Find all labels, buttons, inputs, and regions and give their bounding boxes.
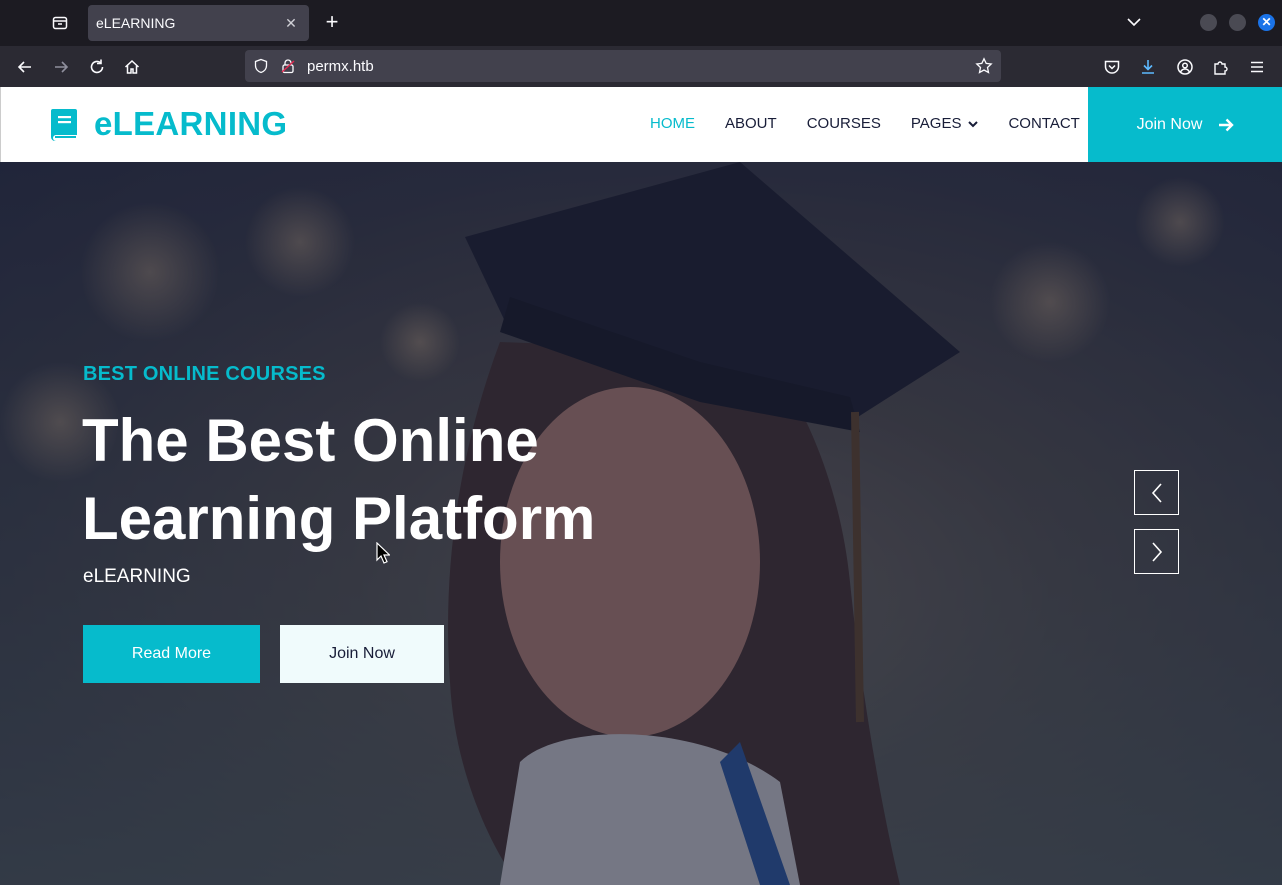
home-icon[interactable] <box>119 54 145 80</box>
brand-logo[interactable]: eLEARNING <box>49 105 287 143</box>
hamburger-menu-icon[interactable] <box>1244 54 1270 80</box>
url-bar[interactable]: permx.htb <box>245 50 1001 82</box>
back-icon[interactable] <box>12 54 38 80</box>
read-more-button[interactable]: Read More <box>83 625 260 683</box>
carousel-next-button[interactable] <box>1134 529 1179 574</box>
book-icon <box>49 107 79 141</box>
maximize-button[interactable] <box>1229 14 1246 31</box>
menu-item-contact[interactable]: CONTACT <box>1008 115 1079 132</box>
hero-subtitle: BEST ONLINE COURSES <box>83 363 326 385</box>
forward-icon[interactable] <box>48 54 74 80</box>
extensions-icon[interactable] <box>1208 54 1234 80</box>
hero-title: The Best Online Learning Platform <box>82 407 596 552</box>
mouse-cursor-icon <box>376 542 390 564</box>
browser-toolbar: permx.htb <box>0 46 1282 87</box>
url-text[interactable]: permx.htb <box>307 58 374 75</box>
minimize-button[interactable] <box>1200 14 1217 31</box>
menu-item-pages[interactable]: PAGES <box>911 115 979 132</box>
account-icon[interactable] <box>1172 54 1198 80</box>
chevron-down-icon[interactable] <box>1122 10 1146 34</box>
firefox-view-icon[interactable] <box>45 8 75 38</box>
download-icon[interactable] <box>1135 54 1161 80</box>
chevron-left-icon <box>1151 482 1162 503</box>
plus-icon[interactable]: + <box>318 8 346 38</box>
star-icon[interactable] <box>975 57 993 75</box>
close-icon[interactable]: ✕ <box>281 13 301 33</box>
chevron-right-icon <box>1151 541 1162 562</box>
chevron-down-icon <box>968 120 979 127</box>
browser-tab[interactable]: eLEARNING ✕ <box>88 5 309 41</box>
header-join-now-label: Join Now <box>1136 115 1203 133</box>
browser-tab-bar: eLEARNING ✕ + ✕ <box>0 0 1282 46</box>
hero-join-now-button[interactable]: Join Now <box>280 625 444 683</box>
menu-item-pages-label: PAGES <box>910 115 962 132</box>
window-close-button[interactable]: ✕ <box>1258 14 1275 31</box>
header-join-now-button[interactable]: Join Now <box>1088 87 1282 162</box>
menu-item-home[interactable]: HOME <box>650 115 695 132</box>
site-header: eLEARNING HOME ABOUT COURSES PAGES CONTA… <box>0 87 1282 162</box>
pocket-icon[interactable] <box>1099 54 1125 80</box>
main-menu: HOME ABOUT COURSES PAGES CONTACT <box>650 115 1110 132</box>
carousel-prev-button[interactable] <box>1134 470 1179 515</box>
webpage: eLEARNING HOME ABOUT COURSES PAGES CONTA… <box>0 87 1282 885</box>
reload-icon[interactable] <box>84 54 110 80</box>
brand-name: eLEARNING <box>94 105 288 142</box>
lock-icon[interactable] <box>279 57 297 75</box>
menu-item-courses[interactable]: COURSES <box>807 115 881 132</box>
hero-text: eLEARNING <box>83 566 191 587</box>
arrow-right-icon <box>1219 118 1235 131</box>
menu-item-about[interactable]: ABOUT <box>725 115 777 132</box>
hero-carousel: BEST ONLINE COURSES The Best Online Lear… <box>0 162 1282 885</box>
tab-title: eLEARNING <box>96 15 176 31</box>
shield-icon[interactable] <box>252 57 270 75</box>
